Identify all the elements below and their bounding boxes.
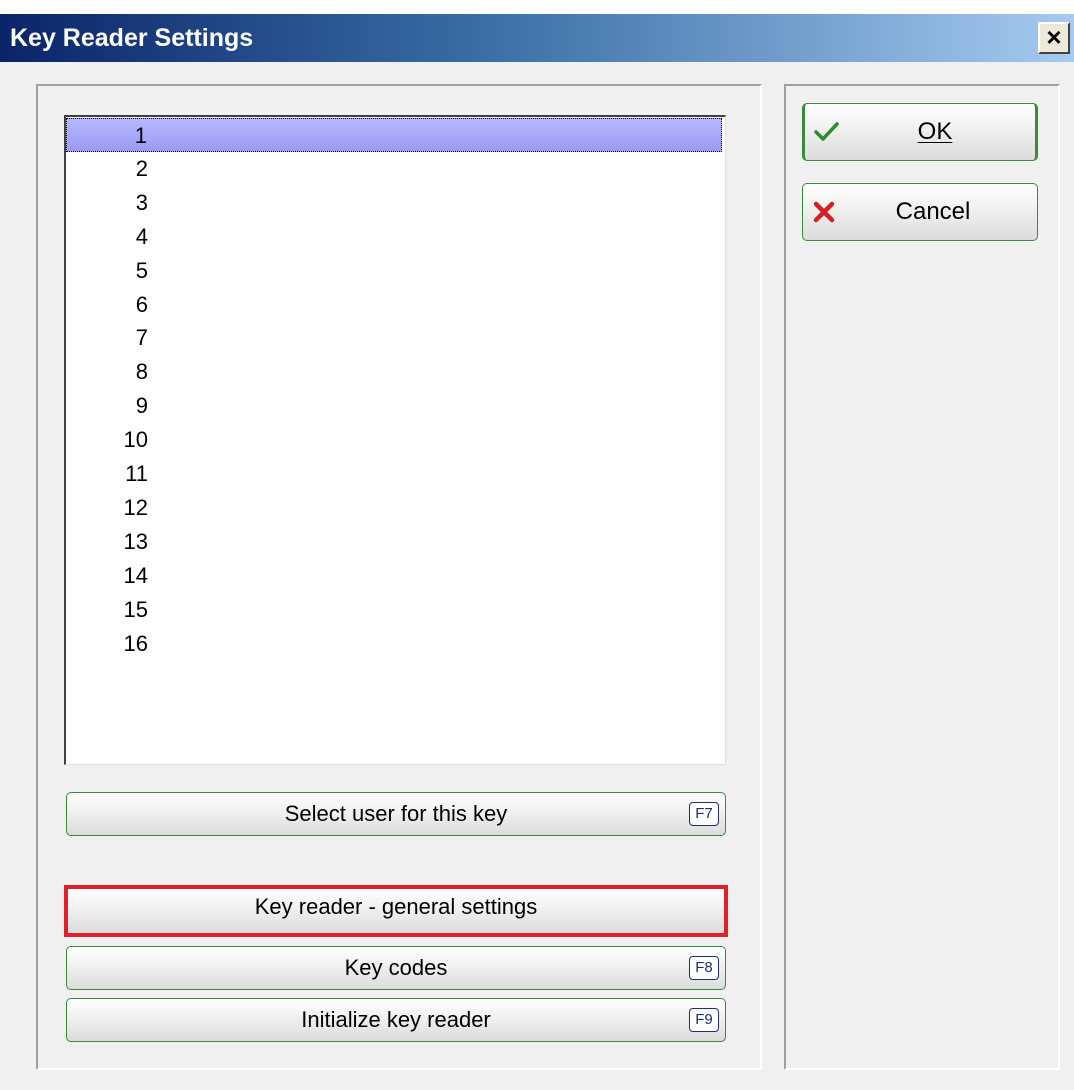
- key-number: 1: [134, 123, 147, 148]
- list-item[interactable]: 6: [66, 288, 722, 322]
- list-item[interactable]: 9: [66, 389, 722, 423]
- f7-key-badge: F7: [689, 802, 719, 826]
- key-list[interactable]: 1 2 3 4 5 6 7 8 9 10 11 12 13 14 15 16: [64, 115, 726, 765]
- key-number: 2: [135, 155, 148, 181]
- x-icon: [813, 201, 835, 223]
- key-number: 6: [135, 291, 148, 317]
- list-item[interactable]: 3: [66, 186, 722, 220]
- list-item[interactable]: 15: [66, 593, 722, 627]
- select-user-label: Select user for this key: [284, 801, 508, 826]
- cancel-button[interactable]: Cancel: [802, 183, 1038, 241]
- initialize-label: Initialize key reader: [301, 1007, 491, 1032]
- key-codes-button[interactable]: Key codes F8: [66, 946, 726, 990]
- key-number: 7: [135, 325, 148, 351]
- checkmark-icon: [814, 122, 839, 141]
- key-number: 15: [123, 596, 148, 622]
- general-settings-label: Key reader - general settings: [254, 894, 538, 919]
- key-number: 9: [135, 393, 148, 419]
- list-item[interactable]: 14: [66, 559, 722, 593]
- list-item[interactable]: 1: [66, 118, 722, 152]
- key-number: 3: [135, 189, 148, 215]
- key-number: 13: [123, 528, 148, 554]
- key-number: 12: [123, 494, 148, 520]
- list-item[interactable]: 2: [66, 152, 722, 186]
- key-number: 11: [125, 461, 148, 486]
- f9-key-badge: F9: [689, 1008, 719, 1032]
- list-item[interactable]: 10: [66, 423, 722, 457]
- key-number: 16: [123, 630, 148, 656]
- close-button[interactable]: ×: [1038, 22, 1070, 54]
- ok-button[interactable]: OK: [802, 103, 1038, 161]
- general-settings-button[interactable]: Key reader - general settings: [64, 885, 728, 937]
- window-title: Key Reader Settings: [10, 24, 254, 52]
- key-number: 10: [123, 427, 148, 453]
- title-bar[interactable]: Key Reader Settings ×: [0, 14, 1074, 62]
- key-number: 14: [123, 562, 148, 588]
- list-item[interactable]: 7: [66, 321, 722, 355]
- list-item[interactable]: 5: [66, 254, 722, 288]
- key-number: 8: [135, 359, 148, 385]
- list-item[interactable]: 11: [66, 457, 722, 491]
- cancel-label: Cancel: [895, 198, 971, 225]
- list-item[interactable]: 4: [66, 220, 722, 254]
- list-item[interactable]: 8: [66, 355, 722, 389]
- select-user-button[interactable]: Select user for this key F7: [66, 792, 726, 836]
- key-number: 4: [135, 223, 148, 249]
- key-number: 5: [135, 257, 148, 283]
- initialize-key-reader-button[interactable]: Initialize key reader F9: [66, 998, 726, 1042]
- list-item[interactable]: 13: [66, 525, 722, 559]
- close-icon: ×: [1046, 22, 1062, 52]
- f8-key-badge: F8: [689, 956, 719, 980]
- list-item[interactable]: 12: [66, 491, 722, 525]
- ok-label: OK: [917, 118, 953, 145]
- key-reader-settings-dialog: Key Reader Settings × 1 2 3 4 5 6 7 8 9 10 11 12 13 1…: [0, 14, 1074, 1090]
- key-codes-label: Key codes: [344, 955, 448, 980]
- list-item[interactable]: 16: [66, 627, 722, 661]
